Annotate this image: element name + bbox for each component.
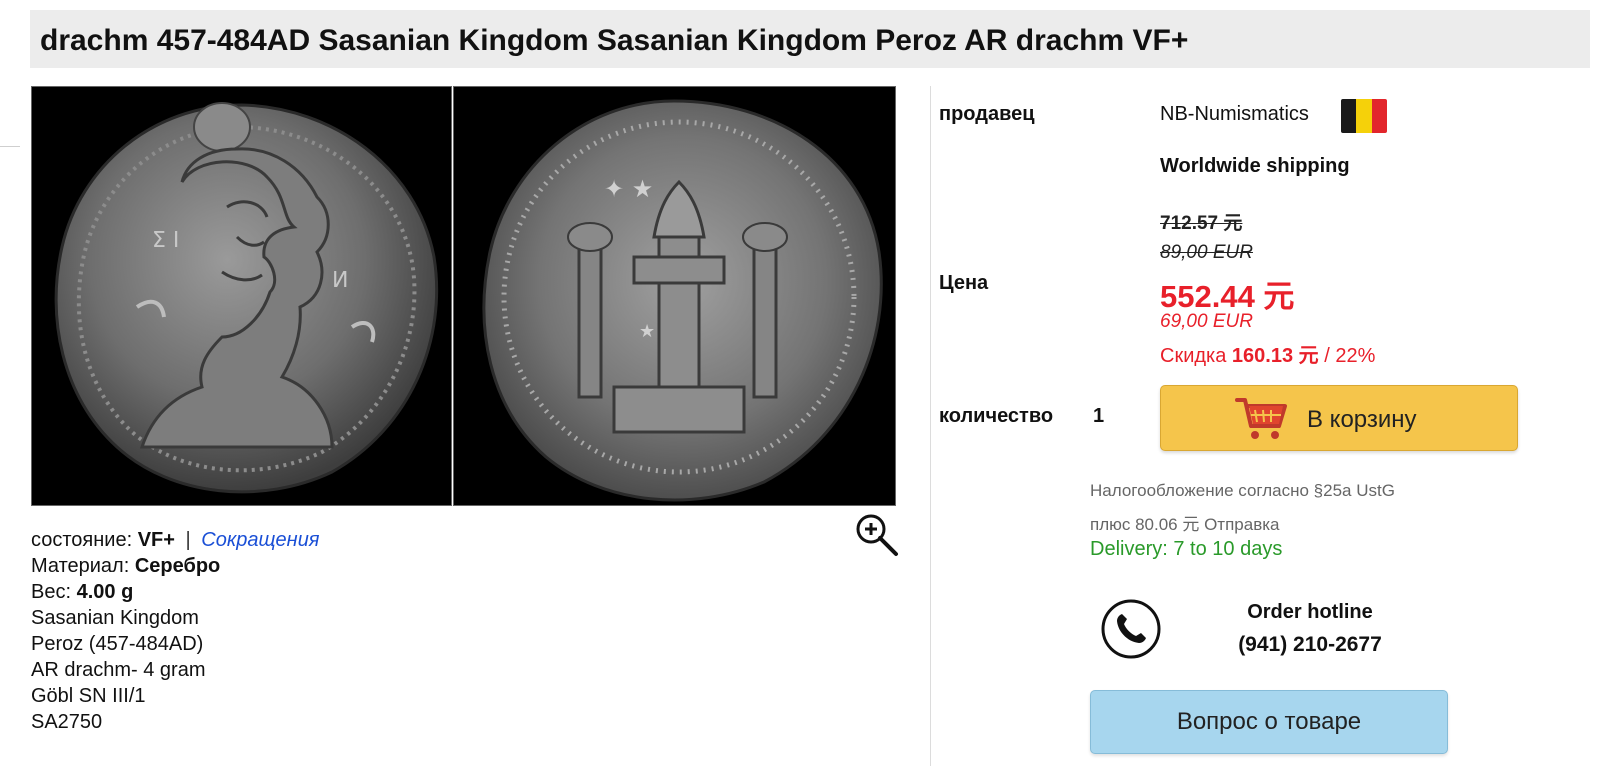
product-title: drachm 457-484AD Sasanian Kingdom Sasani… xyxy=(40,24,1189,57)
coin-reverse-graphic: ✦ ★ ★ xyxy=(482,99,883,502)
flag-stripe-yellow xyxy=(1356,99,1372,133)
condition-separator: | xyxy=(185,529,191,551)
old-price-eur: 89,00 EUR xyxy=(1160,242,1253,263)
seller-name[interactable]: NB-Numismatics xyxy=(1160,103,1309,126)
worldwide-shipping: Worldwide shipping xyxy=(1160,155,1350,177)
quantity-value[interactable]: 1 xyxy=(1093,405,1104,428)
material-value: Серебро xyxy=(134,555,221,577)
price-label: Цена xyxy=(939,272,989,294)
material-row: Материал: Серебро xyxy=(31,553,320,579)
description-line: Peroz (457-484AD) xyxy=(31,633,204,655)
discount-percent: / 22% xyxy=(1324,345,1376,367)
hotline-number[interactable]: (941) 210-2677 xyxy=(1160,633,1460,657)
add-to-cart-label: В корзину xyxy=(1307,406,1417,433)
seller-label: продавец xyxy=(939,103,1035,125)
title-bar: drachm 457-484AD Sasanian Kingdom Sasani… xyxy=(30,10,1590,68)
weight-row: Вес: 4.00 g xyxy=(31,579,320,605)
old-price-cny: 712.57 元 xyxy=(1160,213,1243,234)
flag-stripe-black xyxy=(1341,99,1357,133)
svg-text:★: ★ xyxy=(639,321,655,342)
description-line: Göbl SN III/1 xyxy=(31,685,146,707)
weight-value: 4.00 g xyxy=(76,581,134,603)
condition-value: VF+ xyxy=(137,529,175,551)
material-label: Материал: xyxy=(31,555,130,577)
description-line: AR drachm- 4 gram xyxy=(31,659,206,681)
coin-obverse-graphic: ⵉ ⵏ ⵍ xyxy=(54,102,439,494)
shipping-cost: плюс 80.06 元 Отправка xyxy=(1090,515,1280,534)
weight-label: Вес: xyxy=(31,581,72,603)
page-edge-divider xyxy=(0,146,20,147)
product-details: состояние: VF+ | Сокращения Материал: Се… xyxy=(31,527,320,735)
svg-text:ⵉ ⵏ: ⵉ ⵏ xyxy=(152,228,179,253)
condition-row: состояние: VF+ | Сокращения xyxy=(31,527,320,553)
shopping-cart-icon xyxy=(1235,398,1287,439)
flag-stripe-red xyxy=(1371,99,1387,133)
column-divider xyxy=(930,86,931,766)
current-price-cny: 552.44 元 xyxy=(1160,279,1295,314)
abbreviations-link[interactable]: Сокращения xyxy=(201,529,319,551)
svg-text:✦ ★: ✦ ★ xyxy=(604,175,653,203)
description-line: SA2750 xyxy=(31,711,103,733)
coin-reverse-image[interactable]: ✦ ★ ★ xyxy=(453,86,896,506)
tax-note: Налогообложение согласно §25a UstG xyxy=(1090,481,1395,500)
coin-obverse-image[interactable]: ⵉ ⵏ ⵍ xyxy=(31,86,452,506)
phone-icon xyxy=(1101,599,1161,659)
hotline-label: Order hotline xyxy=(1247,601,1373,623)
quantity-label: количество xyxy=(939,405,1054,427)
discount-label: Скидка xyxy=(1160,345,1227,367)
current-price-eur: 69,00 EUR xyxy=(1160,311,1253,332)
add-to-cart-button[interactable]: В корзину xyxy=(1160,385,1518,451)
discount-amount: 160.13 元 xyxy=(1231,345,1319,367)
delivery-time: Delivery: 7 to 10 days xyxy=(1090,538,1283,560)
discount-info: Скидка 160.13 元 / 22% xyxy=(1160,339,1375,368)
description-line: Sasanian Kingdom xyxy=(31,607,199,629)
magnifier-plus-icon[interactable] xyxy=(852,510,900,558)
condition-label: состояние: xyxy=(31,529,133,551)
belgium-flag-icon xyxy=(1341,99,1387,133)
svg-text:ⵍ: ⵍ xyxy=(332,268,348,293)
ask-question-button[interactable]: Вопрос о товаре xyxy=(1090,690,1448,754)
ask-question-label: Вопрос о товаре xyxy=(1176,708,1362,735)
